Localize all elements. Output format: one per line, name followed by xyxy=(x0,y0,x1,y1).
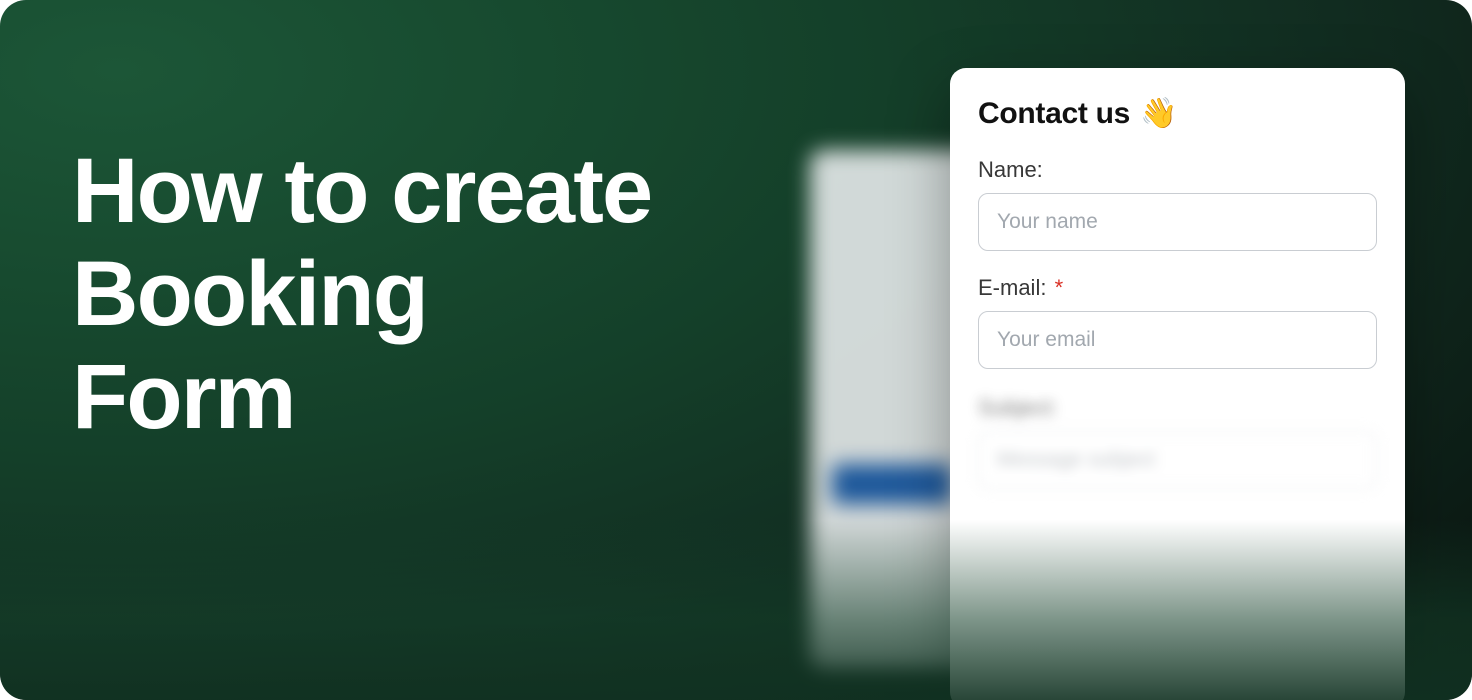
card-title: Contact us 👋 xyxy=(978,96,1377,131)
field-subject: Subject: xyxy=(978,395,1377,489)
name-input[interactable] xyxy=(978,193,1377,251)
headline-line-3: Form xyxy=(72,346,295,448)
email-label-text: E-mail: xyxy=(978,275,1046,300)
headline-line-1: How to create xyxy=(72,140,651,242)
subject-label: Subject: xyxy=(978,395,1377,421)
card-title-text: Contact us xyxy=(978,97,1130,131)
email-label: E-mail: * xyxy=(978,275,1377,301)
field-name: Name: xyxy=(978,157,1377,251)
required-mark: * xyxy=(1055,275,1064,300)
headline-line-2: Booking xyxy=(72,243,427,345)
subject-input xyxy=(978,431,1377,489)
headline: How to create Booking Form xyxy=(72,140,651,449)
field-email: E-mail: * xyxy=(978,275,1377,369)
contact-card: Contact us 👋 Name: E-mail: * Subject: xyxy=(950,68,1405,700)
email-input[interactable] xyxy=(978,311,1377,369)
wave-icon: 👋 xyxy=(1140,96,1177,131)
name-label: Name: xyxy=(978,157,1377,183)
hero-banner: How to create Booking Form Contact us 👋 … xyxy=(0,0,1472,700)
background-primary-button xyxy=(832,464,952,504)
